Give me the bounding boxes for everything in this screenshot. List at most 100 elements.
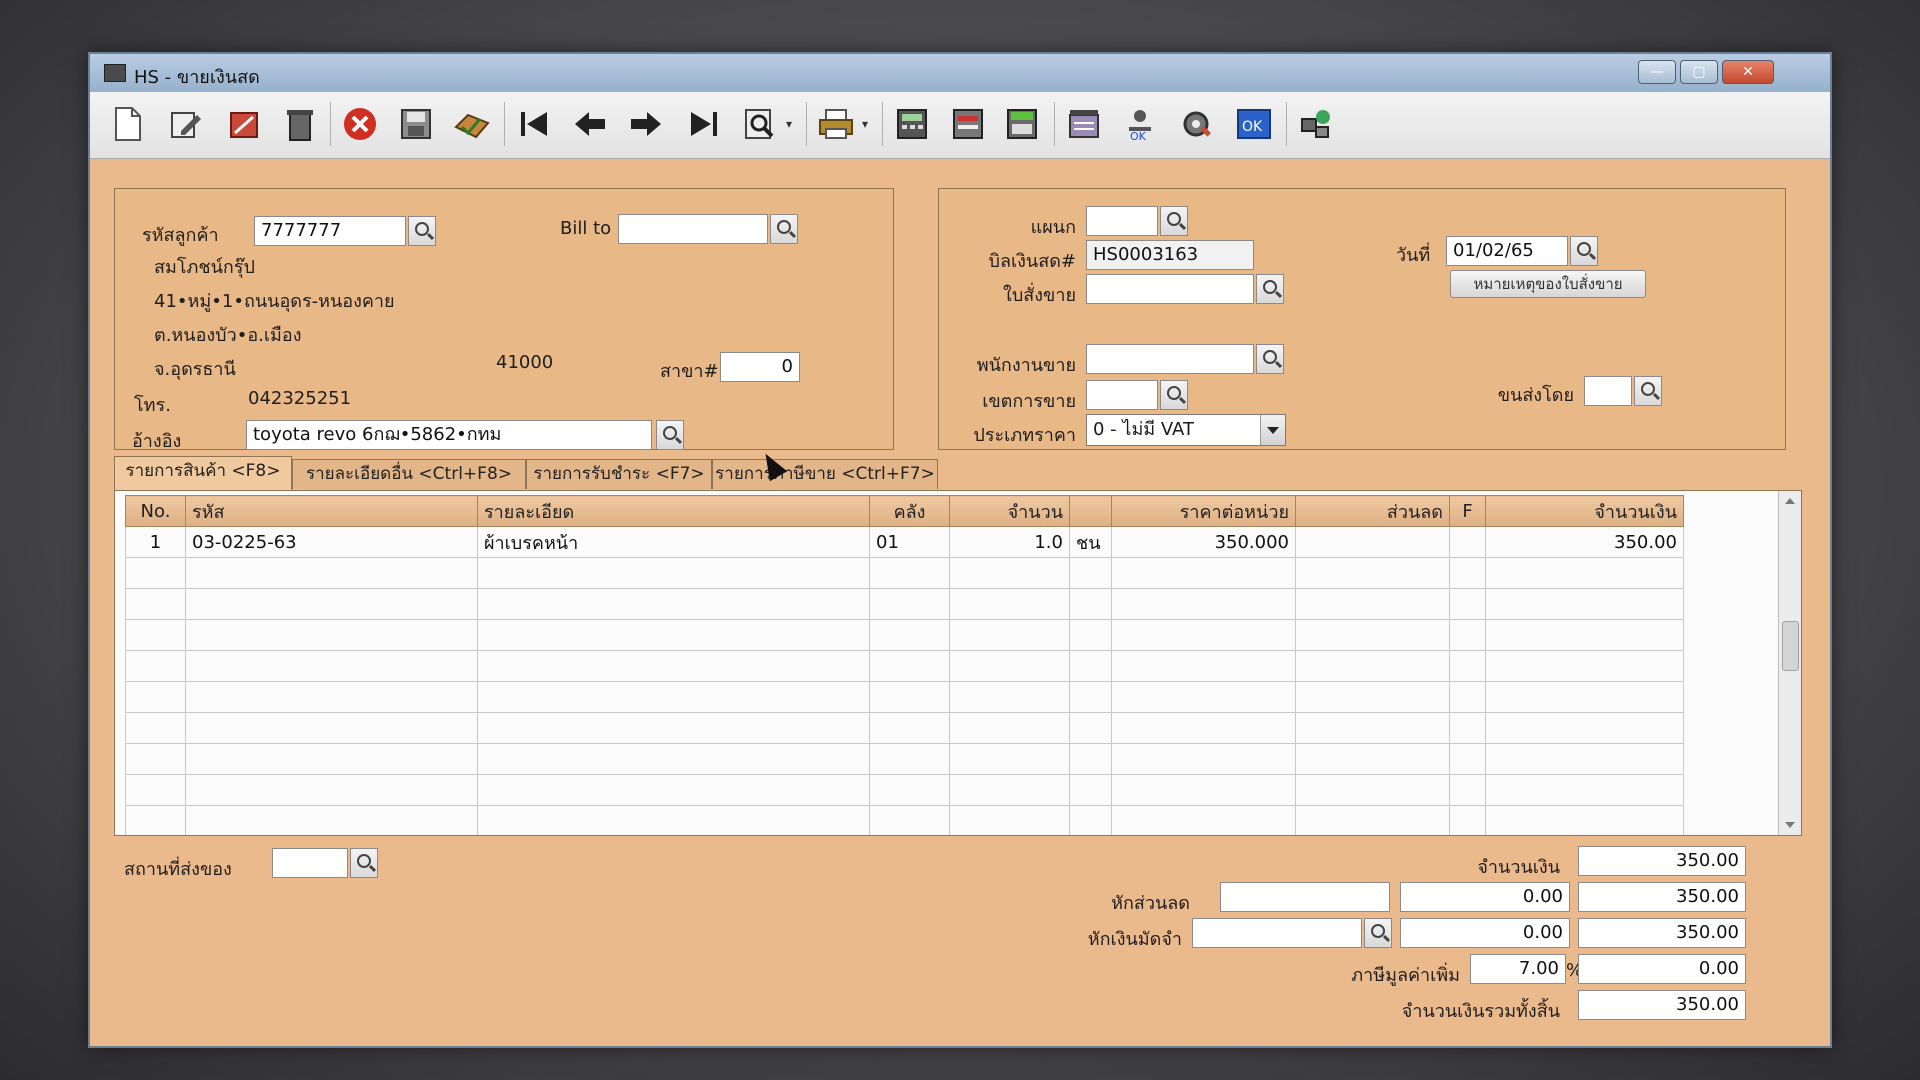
cell-quantity[interactable]: 1.0 xyxy=(949,526,1070,558)
maximize-button[interactable]: ▢ xyxy=(1680,60,1718,84)
table-row[interactable] xyxy=(125,588,1684,620)
approve-button[interactable] xyxy=(452,104,492,144)
so-note-button[interactable]: หมายเหตุของใบสั่งขาย xyxy=(1450,270,1646,298)
tab-items[interactable]: รายการสินค้า <F8> xyxy=(114,456,292,490)
col-header-unit[interactable] xyxy=(1069,495,1112,527)
ship-to-field[interactable] xyxy=(272,848,348,878)
cell-no[interactable]: 1 xyxy=(125,526,186,558)
close-button[interactable]: ✕ xyxy=(1722,60,1774,84)
ship-to-label: สถานที่ส่งของ xyxy=(124,859,232,880)
date-picker-icon[interactable] xyxy=(1570,236,1598,266)
customer-code-search-icon[interactable] xyxy=(408,216,436,246)
print-dropdown[interactable]: ▾ xyxy=(856,104,874,144)
bill-to-search-icon[interactable] xyxy=(770,214,798,244)
find-button[interactable] xyxy=(740,104,780,144)
salesperson-field[interactable] xyxy=(1086,344,1254,374)
table-row[interactable] xyxy=(125,557,1684,589)
deposit-search-icon[interactable] xyxy=(1364,918,1392,948)
sales-order-field[interactable] xyxy=(1086,274,1254,304)
date-field[interactable]: 01/02/65 xyxy=(1446,236,1568,266)
cell-amount[interactable]: 350.00 xyxy=(1485,526,1684,558)
table-row[interactable] xyxy=(125,712,1684,744)
confirm-ok-button[interactable]: OK xyxy=(1234,104,1274,144)
after-discount-field: 350.00 xyxy=(1578,882,1746,912)
table-row[interactable] xyxy=(125,805,1684,835)
sales-order-search-icon[interactable] xyxy=(1256,274,1284,304)
col-header-amount[interactable]: จำนวนเงิน xyxy=(1485,495,1684,527)
cell-flag[interactable] xyxy=(1449,526,1486,558)
grid-scrollbar[interactable] xyxy=(1778,491,1801,835)
document-list-button[interactable] xyxy=(948,104,988,144)
bill-number-field[interactable]: HS0003163 xyxy=(1086,240,1254,270)
cell-warehouse[interactable]: 01 xyxy=(869,526,950,558)
scroll-down-icon[interactable] xyxy=(1779,815,1801,835)
table-row[interactable] xyxy=(125,619,1684,651)
discount-text-field[interactable] xyxy=(1220,882,1390,912)
col-header-unit-price[interactable]: ราคาต่อหน่วย xyxy=(1111,495,1296,527)
minimize-button[interactable]: — xyxy=(1638,60,1676,84)
sales-area-search-icon[interactable] xyxy=(1160,380,1188,410)
network-button[interactable] xyxy=(1296,104,1336,144)
table-row[interactable]: 1 03-0225-63 ผ้าเบรคหน้า 01 1.0 ชน 350.0… xyxy=(125,526,1684,558)
sales-area-field[interactable] xyxy=(1086,380,1158,410)
inventory-icon xyxy=(1002,104,1042,144)
tab-payments[interactable]: รายการรับชำระ <F7> xyxy=(526,459,712,489)
find-dropdown[interactable]: ▾ xyxy=(780,104,798,144)
branch-field[interactable]: 0 xyxy=(720,352,800,382)
col-header-warehouse[interactable]: คลัง xyxy=(869,495,950,527)
scroll-up-icon[interactable] xyxy=(1779,491,1801,511)
user-ok-button[interactable]: OK xyxy=(1120,104,1160,144)
cell-unit[interactable]: ชน xyxy=(1069,526,1112,558)
price-type-select[interactable]: 0 - ไม่มี VAT xyxy=(1086,414,1286,446)
table-row[interactable] xyxy=(125,774,1684,806)
chevron-down-icon: ▾ xyxy=(861,117,869,131)
col-header-discount[interactable]: ส่วนลด xyxy=(1295,495,1450,527)
col-header-quantity[interactable]: จำนวน xyxy=(949,495,1070,527)
inventory-button[interactable] xyxy=(1002,104,1042,144)
chevron-down-icon[interactable] xyxy=(1260,415,1285,445)
last-record-button[interactable] xyxy=(684,104,724,144)
cancel-button[interactable] xyxy=(340,104,380,144)
print-button[interactable] xyxy=(816,104,856,144)
ship-via-search-icon[interactable] xyxy=(1634,376,1662,406)
deposit-text-field[interactable] xyxy=(1192,918,1362,948)
next-record-button[interactable] xyxy=(626,104,666,144)
table-row[interactable] xyxy=(125,650,1684,682)
department-search-icon[interactable] xyxy=(1160,206,1188,236)
date-label: วันที่ xyxy=(1396,245,1431,266)
first-record-button[interactable] xyxy=(514,104,554,144)
ship-to-search-icon[interactable] xyxy=(350,848,378,878)
reference-search-icon[interactable] xyxy=(656,420,684,450)
tab-sales-tax[interactable]: รายการภาษีขาย <Ctrl+F7> xyxy=(712,459,938,489)
col-header-no[interactable]: No. xyxy=(125,495,186,527)
delete-button[interactable] xyxy=(280,104,320,144)
department-field[interactable] xyxy=(1086,206,1158,236)
cell-description[interactable]: ผ้าเบรคหน้า xyxy=(477,526,870,558)
previous-record-button[interactable] xyxy=(570,104,610,144)
reference-field[interactable]: toyota revo 6กฌ•5862•กทม xyxy=(246,420,652,450)
bill-to-field[interactable] xyxy=(618,214,768,244)
confirm-ok-icon: OK xyxy=(1234,104,1274,144)
cell-unit-price[interactable]: 350.000 xyxy=(1111,526,1296,558)
cell-discount[interactable] xyxy=(1295,526,1450,558)
vat-rate-field[interactable]: 7.00 xyxy=(1470,954,1566,984)
calculator-button[interactable] xyxy=(892,104,932,144)
settings-button[interactable] xyxy=(1176,104,1216,144)
table-row[interactable] xyxy=(125,743,1684,775)
new-document-button[interactable] xyxy=(108,104,148,144)
col-header-code[interactable]: รหัส xyxy=(185,495,478,527)
save-button[interactable] xyxy=(396,104,436,144)
salesperson-search-icon[interactable] xyxy=(1256,344,1284,374)
new-document-icon xyxy=(108,104,148,144)
report-button[interactable] xyxy=(1064,104,1104,144)
edit-button[interactable] xyxy=(166,104,206,144)
table-row[interactable] xyxy=(125,681,1684,713)
col-header-flag[interactable]: F xyxy=(1449,495,1486,527)
tab-other-details[interactable]: รายละเอียดอื่น <Ctrl+F8> xyxy=(292,459,526,489)
ship-via-field[interactable] xyxy=(1584,376,1632,406)
col-header-description[interactable]: รายละเอียด xyxy=(477,495,870,527)
customer-code-field[interactable]: 7777777 xyxy=(254,216,406,246)
scroll-thumb[interactable] xyxy=(1782,621,1799,671)
void-button[interactable] xyxy=(224,104,264,144)
cell-code[interactable]: 03-0225-63 xyxy=(185,526,478,558)
